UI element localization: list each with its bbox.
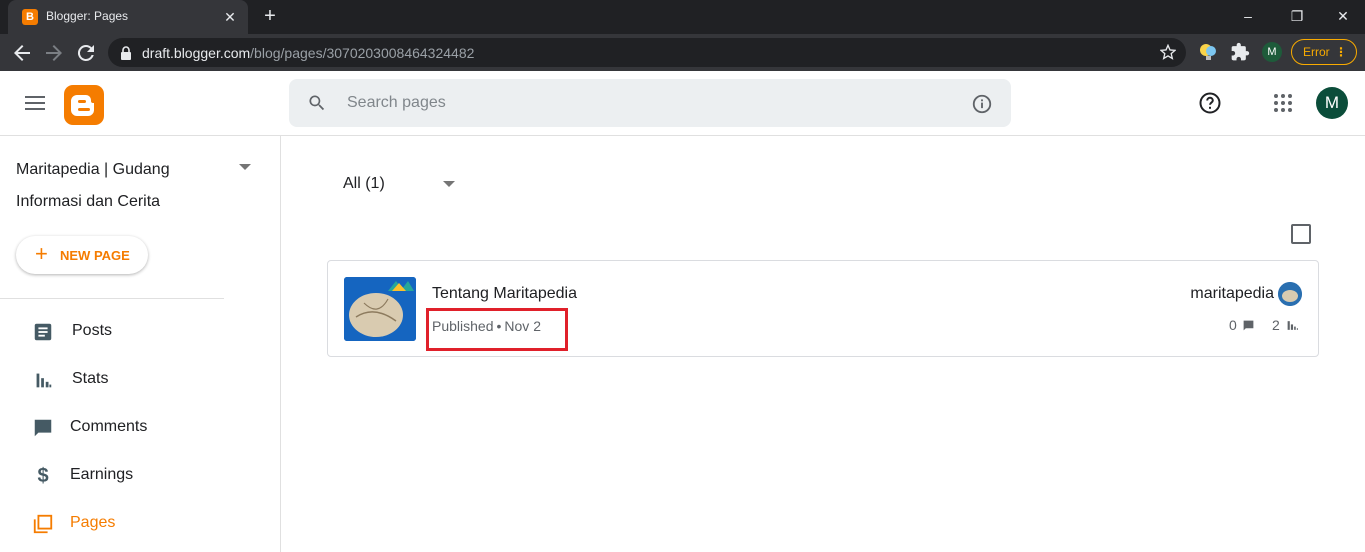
tab-close-icon[interactable]: ✕ xyxy=(220,7,240,27)
minimize-icon[interactable]: – xyxy=(1238,6,1258,26)
highlight-annotation-box xyxy=(426,308,568,351)
blogger-logo-icon[interactable] xyxy=(64,85,104,125)
page-thumbnail xyxy=(344,277,416,341)
stats-icon xyxy=(32,369,54,391)
earnings-icon: $ xyxy=(37,465,49,487)
posts-icon xyxy=(32,321,54,343)
pages-icon xyxy=(32,513,54,535)
browser-profile-avatar[interactable]: M xyxy=(1262,42,1282,62)
help-icon[interactable] xyxy=(1198,91,1222,120)
filter-dropdown-icon[interactable] xyxy=(443,181,455,187)
app-header: M xyxy=(0,71,1365,136)
account-avatar[interactable]: M xyxy=(1316,87,1348,119)
search-bar xyxy=(289,79,1011,127)
view-count-icon xyxy=(1286,319,1299,335)
sidebar-item-comments[interactable]: Comments xyxy=(0,405,280,449)
menu-icon[interactable] xyxy=(25,93,47,113)
sidebar-item-pages[interactable]: Pages xyxy=(0,501,280,545)
browser-tab-bar: B Blogger: Pages ✕ + – ❐ ✕ xyxy=(0,0,1365,34)
author-avatar xyxy=(1278,282,1302,306)
new-tab-button[interactable]: + xyxy=(259,6,281,28)
plus-icon: + xyxy=(35,241,48,266)
page-list-item[interactable]: Tentang Maritapedia Published • Nov 2 mari… xyxy=(327,260,1319,357)
info-icon[interactable] xyxy=(971,93,993,120)
browser-tab[interactable]: B Blogger: Pages ✕ xyxy=(8,0,248,34)
address-bar[interactable]: draft.blogger.com/blog/pages/30702030084… xyxy=(108,38,1186,67)
sidebar: Maritapedia | Gudang Informasi dan Cerit… xyxy=(0,136,281,552)
lock-icon xyxy=(120,46,132,65)
search-icon[interactable] xyxy=(307,93,327,118)
blog-dropdown-icon[interactable] xyxy=(239,164,251,170)
sidebar-item-earnings[interactable]: $ Earnings xyxy=(0,453,280,497)
tab-title: Blogger: Pages xyxy=(46,9,129,23)
filter-dropdown[interactable]: All (1) xyxy=(343,175,385,193)
page-author: maritapedia xyxy=(1190,285,1274,302)
new-page-button[interactable]: + NEW PAGE xyxy=(16,236,148,274)
back-arrow-icon[interactable] xyxy=(10,41,34,65)
lightbulb-extension-icon[interactable] xyxy=(1198,42,1218,62)
bookmark-star-icon[interactable] xyxy=(1159,43,1177,65)
page-title[interactable]: Tentang Maritapedia xyxy=(432,285,577,303)
sidebar-item-posts[interactable]: Posts xyxy=(0,309,280,353)
extensions-puzzle-icon[interactable] xyxy=(1230,42,1250,62)
view-count: 2 xyxy=(1272,317,1280,333)
sidebar-item-stats[interactable]: Stats xyxy=(0,357,280,401)
comment-count: 0 xyxy=(1229,317,1237,333)
restore-icon[interactable]: ❐ xyxy=(1287,6,1307,26)
search-input[interactable] xyxy=(347,79,947,127)
error-button[interactable]: Error ⋮ xyxy=(1291,39,1357,65)
reload-icon[interactable] xyxy=(74,41,98,65)
google-apps-icon[interactable] xyxy=(1273,93,1293,118)
sidebar-divider xyxy=(0,298,224,299)
select-all-checkbox[interactable] xyxy=(1291,224,1311,244)
forward-arrow-icon[interactable] xyxy=(42,41,66,65)
window-close-icon[interactable]: ✕ xyxy=(1333,6,1353,26)
blog-selector[interactable]: Maritapedia | Gudang Informasi dan Cerit… xyxy=(16,154,226,218)
url-text: draft.blogger.com/blog/pages/30702030084… xyxy=(142,45,475,61)
browser-toolbar: draft.blogger.com/blog/pages/30702030084… xyxy=(0,34,1365,71)
comment-count-icon xyxy=(1242,319,1255,335)
blogger-favicon-icon: B xyxy=(22,9,38,25)
comments-icon xyxy=(32,417,54,439)
more-vert-icon: ⋮ xyxy=(1335,45,1347,59)
